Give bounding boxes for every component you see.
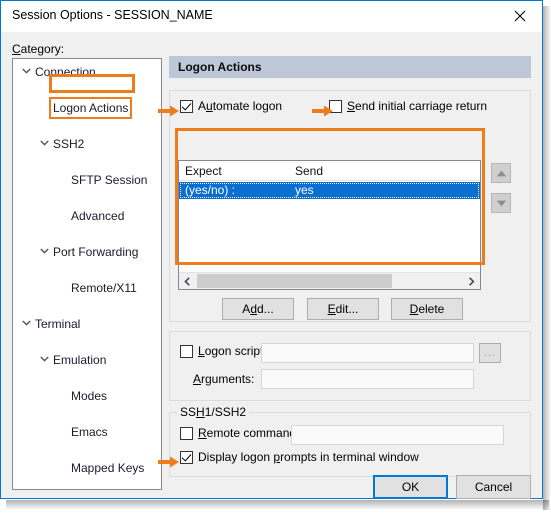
automate-logon-checkbox[interactable]: Automate logon	[180, 99, 282, 113]
sidebar-item-label: Terminal	[35, 317, 81, 331]
screenshot-root: Session Options - SESSION_NAME Category:…	[0, 0, 551, 527]
checkbox-box	[180, 344, 193, 358]
settings-pane: Logon Actions Automate logon Send initia…	[169, 56, 531, 490]
sidebar-item-remote-x11[interactable]: Remote/X11	[13, 279, 161, 297]
list-header-row: Expect Send	[179, 161, 480, 181]
move-down-button[interactable]	[491, 193, 511, 213]
chevron-down-icon[interactable]	[37, 351, 51, 369]
sidebar-item-advanced[interactable]: Advanced	[13, 207, 161, 225]
dialog-body: Category: Connection Logon Actions SSH2 SFT…	[1, 32, 542, 499]
checkbox-box	[180, 450, 193, 464]
sidebar-item-label: Port Forwarding	[53, 245, 139, 259]
sidebar-item-label: SFTP Session	[71, 173, 148, 187]
checkbox-box	[180, 426, 193, 440]
window-drop-shadow-bottom	[6, 500, 549, 510]
window-drop-shadow-right	[543, 6, 551, 510]
ok-button-label: OK	[401, 480, 420, 494]
down-arrow-icon	[496, 200, 506, 206]
title-bar: Session Options - SESSION_NAME	[1, 1, 542, 32]
checkbox-box	[180, 99, 193, 113]
pane-header: Logon Actions	[169, 56, 531, 78]
browse-button-label: ...	[483, 347, 497, 359]
sidebar-item-label: SSH2	[53, 137, 85, 151]
sidebar-item-label: Connection	[35, 65, 96, 79]
remote-command-label: Remote command:	[198, 426, 300, 440]
sidebar-item-emulation[interactable]: Emulation	[13, 351, 161, 369]
cancel-button-label: Cancel	[474, 480, 513, 494]
sidebar-item-label: Emacs	[71, 425, 108, 439]
arguments-input[interactable]	[261, 369, 474, 389]
chevron-left-icon[interactable]	[179, 273, 196, 289]
up-arrow-icon	[496, 170, 506, 176]
close-icon	[514, 10, 525, 22]
sidebar-item-emacs[interactable]: Emacs	[13, 423, 161, 441]
ok-button[interactable]: OK	[373, 475, 448, 499]
automate-logon-label: Automate logon	[198, 99, 283, 113]
sidebar-item-port-forwarding[interactable]: Port Forwarding	[13, 243, 161, 261]
chevron-down-icon[interactable]	[19, 63, 33, 81]
remote-command-input[interactable]	[291, 425, 504, 445]
logon-script-checkbox[interactable]: Logon script:	[180, 344, 267, 358]
session-options-dialog: Session Options - SESSION_NAME Category:…	[0, 0, 543, 499]
sidebar-item-label: Remote/X11	[71, 281, 137, 295]
sidebar-item-label: Logon Actions	[48, 97, 133, 119]
send-initial-carriage-return-label: Send initial carriage return	[347, 99, 488, 113]
logon-script-input[interactable]	[261, 343, 474, 363]
chevron-down-icon[interactable]	[37, 135, 51, 153]
send-initial-carriage-return-checkbox[interactable]: Send initial carriage return	[329, 99, 487, 113]
sidebar-item-sftp-session[interactable]: SFTP Session	[13, 171, 161, 189]
checkbox-box	[329, 99, 342, 113]
horizontal-scrollbar[interactable]	[179, 272, 480, 289]
sidebar-item-label: Emulation	[53, 353, 107, 367]
arguments-label: Arguments:	[193, 372, 255, 386]
ssh-group-title: SSH1/SSH2	[177, 405, 250, 419]
display-logon-prompts-label: Display logon prompts in terminal window	[198, 450, 419, 464]
chevron-down-icon[interactable]	[37, 243, 51, 261]
column-header-expect[interactable]: Expect	[185, 164, 222, 178]
cell-expect: (yes/no) :	[185, 183, 236, 197]
sidebar-item-label: Modes	[71, 389, 108, 403]
sidebar-item-label: Advanced	[71, 209, 125, 223]
cell-send: yes	[295, 183, 314, 197]
expect-send-list[interactable]: Expect Send (yes/no) : yes	[178, 160, 481, 290]
sidebar-item-modes[interactable]: Modes	[13, 387, 161, 405]
sidebar-item-label: Mapped Keys	[71, 461, 145, 475]
logon-script-browse-button[interactable]: ...	[479, 343, 501, 363]
sidebar-item-mapped-keys[interactable]: Mapped Keys	[13, 459, 161, 477]
sidebar-item-connection[interactable]: Connection	[13, 63, 161, 81]
column-header-send[interactable]: Send	[295, 164, 323, 178]
logon-script-label: Logon script:	[198, 344, 267, 358]
logon-script-group	[169, 331, 531, 401]
chevron-right-icon[interactable]	[463, 273, 480, 289]
pane-title: Logon Actions	[178, 60, 262, 74]
add-button[interactable]: Add...	[222, 298, 294, 320]
scrollbar-thumb[interactable]	[197, 274, 392, 288]
edit-button-label: Edit...	[327, 302, 359, 316]
sidebar-item-logon-actions[interactable]: Logon Actions	[13, 97, 161, 119]
table-row[interactable]: (yes/no) : yes	[179, 182, 480, 199]
category-label: Category:	[12, 42, 65, 56]
chevron-down-icon[interactable]	[19, 315, 33, 333]
remote-command-checkbox[interactable]: Remote command:	[180, 426, 299, 440]
edit-button[interactable]: Edit...	[307, 298, 379, 320]
move-up-button[interactable]	[491, 163, 511, 183]
add-button-label: Add...	[242, 302, 274, 316]
display-logon-prompts-checkbox[interactable]: Display logon prompts in terminal window	[180, 450, 419, 464]
sidebar-item-ssh2[interactable]: SSH2	[13, 135, 161, 153]
category-tree[interactable]: Connection Logon Actions SSH2 SFTP Session A…	[12, 58, 162, 490]
window-title: Session Options - SESSION_NAME	[12, 8, 213, 22]
delete-button[interactable]: Delete	[391, 298, 463, 320]
close-button[interactable]	[497, 1, 542, 31]
delete-button-label: Delete	[409, 302, 445, 316]
sidebar-item-terminal[interactable]: Terminal	[13, 315, 161, 333]
cancel-button[interactable]: Cancel	[456, 475, 531, 499]
